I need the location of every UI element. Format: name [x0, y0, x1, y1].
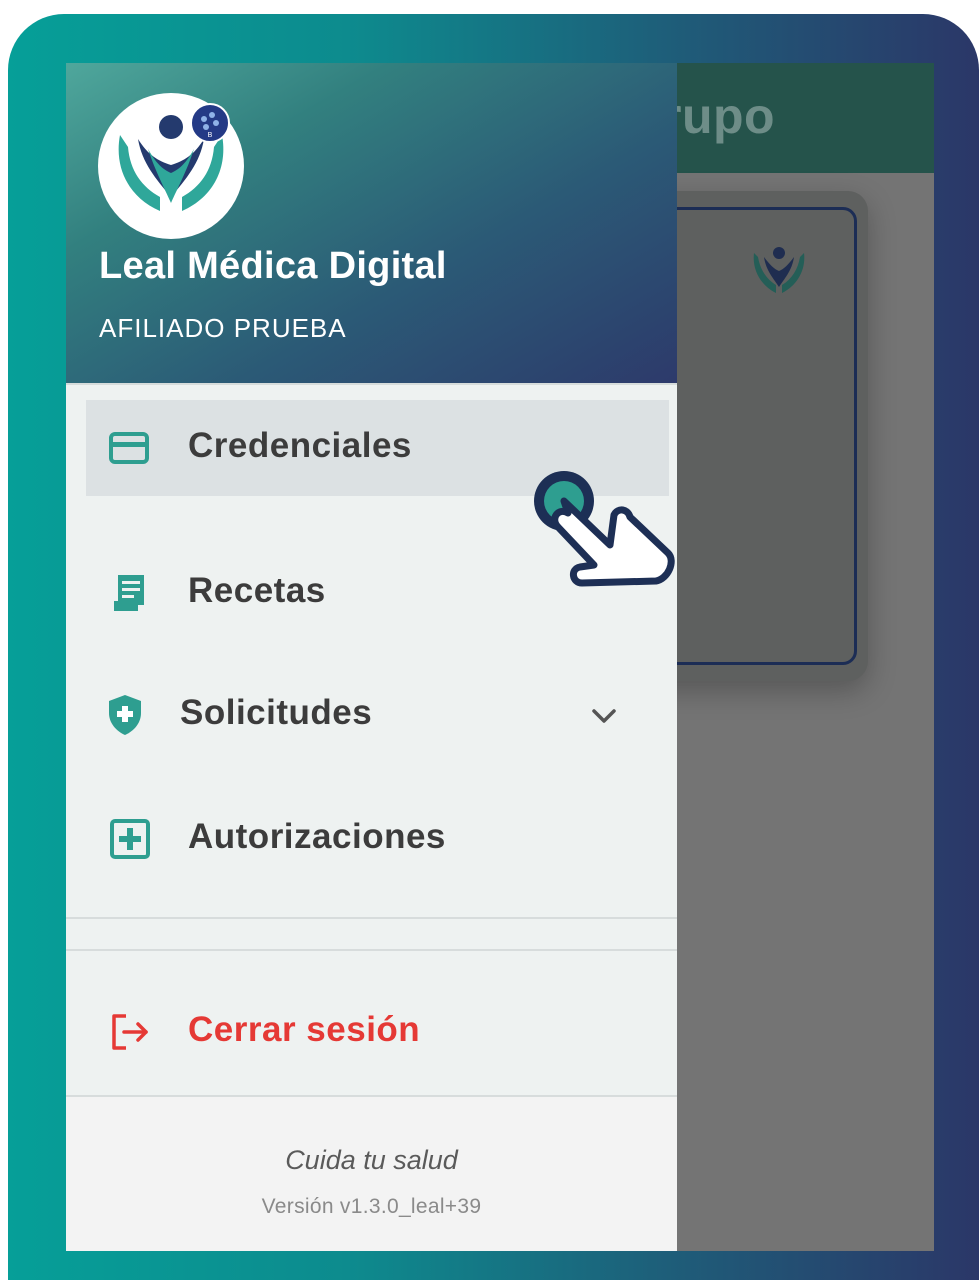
gamepad-badge-icon: B [190, 103, 230, 143]
credit-card-icon [109, 432, 149, 464]
logout-button[interactable]: Cerrar sesión [86, 983, 669, 1079]
menu-item-autorizaciones[interactable]: Autorizaciones [86, 791, 669, 887]
menu-label-credenciales: Credenciales [188, 426, 412, 465]
receipt-icon [114, 575, 144, 611]
tap-hand-icon [534, 471, 675, 587]
header-divider [66, 383, 677, 385]
menu-label-recetas: Recetas [188, 571, 326, 610]
logout-icon [112, 1014, 148, 1050]
navigation-drawer: B Leal Médica Digital AFILIADO PRUEBA Cr… [66, 63, 677, 1251]
app-screen: rupo B Leal Médica Digital AFILIADO PRUE… [66, 63, 934, 1251]
background-card-logo-icon [753, 247, 805, 293]
user-name: AFILIADO PRUEBA [99, 313, 347, 343]
drawer-footer: Cuida tu salud Versión v1.3.0_leal+39 [66, 1097, 677, 1251]
svg-text:B: B [208, 132, 213, 139]
shield-plus-icon [109, 695, 141, 735]
menu-label-autorizaciones: Autorizaciones [188, 817, 446, 856]
menu-divider-2 [66, 949, 677, 951]
menu-label-solicitudes: Solicitudes [180, 693, 373, 732]
menu-item-solicitudes[interactable]: Solicitudes [86, 668, 669, 764]
footer-tagline: Cuida tu salud [285, 1145, 458, 1175]
drawer-header: B Leal Médica Digital AFILIADO PRUEBA [66, 63, 677, 383]
chevron-down-icon[interactable] [588, 703, 620, 729]
background-title: rupo [662, 88, 776, 144]
app-name: Leal Médica Digital [99, 245, 447, 287]
menu-divider [66, 917, 677, 919]
logout-label: Cerrar sesión [188, 1010, 421, 1049]
plus-box-icon [110, 819, 150, 859]
app-version: Versión v1.3.0_leal+39 [261, 1195, 482, 1218]
